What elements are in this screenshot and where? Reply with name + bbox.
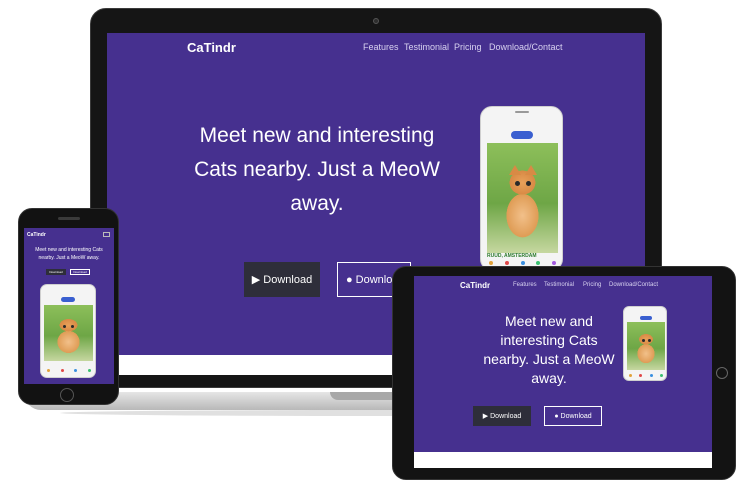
brand-logo[interactable]: CaTindr <box>460 281 490 290</box>
rewind-icon <box>629 374 632 377</box>
phone-screen: CaTindr Meet new and interesting Cats ne… <box>24 228 114 384</box>
like-icon <box>536 261 541 265</box>
speaker-icon <box>58 217 80 220</box>
cat-eye <box>63 325 66 328</box>
tab-indicator <box>61 297 75 302</box>
like-icon <box>87 369 91 372</box>
page-footer-strip <box>414 452 712 468</box>
download-apple-button-label: Downlo <box>355 273 393 286</box>
action-icons <box>629 374 663 377</box>
hero-headline: Meet new and interesting Cats nearby. Ju… <box>26 246 112 262</box>
hero-line: away. <box>531 370 567 386</box>
nope-icon <box>504 261 509 265</box>
cat-ear <box>509 165 521 175</box>
download-button[interactable]: Download <box>46 269 66 275</box>
hero-line: away. <box>290 192 344 215</box>
tab-indicator <box>640 316 652 320</box>
cat-eye <box>515 181 520 186</box>
like-icon <box>659 374 663 377</box>
action-icons <box>47 369 91 373</box>
hero-headline: Meet new and interesting Cats nearby. Ju… <box>187 119 447 221</box>
app-mockup-phone <box>40 284 96 378</box>
download-apple-button[interactable]: Download <box>70 269 90 275</box>
apple-icon: ● <box>346 273 353 286</box>
nav-features[interactable]: Features <box>363 42 399 52</box>
download-apple-button-label: Download <box>560 412 592 420</box>
nav-features[interactable]: Features <box>513 282 537 288</box>
nav-testimonial[interactable]: Testimonial <box>544 282 574 288</box>
cat-ear <box>525 165 537 175</box>
download-button-label: Download <box>49 270 63 274</box>
nope-icon <box>639 374 643 377</box>
brand-logo[interactable]: CaTindr <box>187 40 236 55</box>
play-icon: ▶ <box>482 413 489 420</box>
download-button-label: Download <box>263 273 313 286</box>
download-button[interactable]: ▶ Download <box>244 262 320 297</box>
menu-icon[interactable] <box>103 232 110 237</box>
star-icon <box>74 369 78 372</box>
nav-download-contact[interactable]: Download/Contact <box>489 42 563 52</box>
hero-line: Meet new and <box>505 313 593 329</box>
boost-icon <box>552 261 556 265</box>
star-icon <box>649 374 653 377</box>
cat-photo <box>627 322 665 370</box>
nope-icon <box>60 369 64 372</box>
cat-photo <box>44 305 93 361</box>
play-icon: ▶ <box>251 274 261 286</box>
home-button-icon <box>716 367 728 379</box>
apple-icon: ● <box>554 412 559 420</box>
speaker-icon <box>515 111 529 113</box>
tab-indicator <box>511 131 533 139</box>
hero-line: interesting Cats <box>500 332 598 348</box>
rewind-icon <box>489 261 493 265</box>
hero-line: Meet new and interesting Cats <box>35 247 103 253</box>
cat-caption: RUUD, AMSTERDAM <box>487 253 537 259</box>
hero-line: Meet new and interesting <box>199 124 435 147</box>
download-button-label: Download <box>490 412 522 420</box>
cat-photo <box>487 143 558 253</box>
hero-headline: Meet new and interesting Cats nearby. Ju… <box>454 312 644 388</box>
download-apple-button[interactable]: ● Download <box>544 406 602 426</box>
app-mockup-phone: RUUD, AMSTERDAM <box>480 106 563 271</box>
download-apple-button-label: Download <box>73 270 87 274</box>
tablet-screen: CaTindr Features Testimonial Pricing Dow… <box>414 276 712 468</box>
hero-line: Cats nearby. Just a MeoW <box>194 158 440 181</box>
home-button-icon <box>60 388 74 402</box>
camera-icon <box>373 18 379 24</box>
hero-line: nearby. Just a MeoW away. <box>38 255 100 261</box>
cat-eye <box>526 181 531 186</box>
nav-pricing[interactable]: Pricing <box>454 42 482 52</box>
star-icon <box>520 261 525 265</box>
cat-eye <box>648 339 651 342</box>
hero-line: nearby. Just a MeoW <box>483 351 615 367</box>
app-mockup-phone <box>623 306 667 381</box>
download-button[interactable]: ▶ Download <box>473 406 531 426</box>
brand-logo[interactable]: CaTindr <box>27 232 46 238</box>
cat-eye <box>71 325 74 328</box>
cat-eye <box>642 339 645 342</box>
nav-testimonial[interactable]: Testimonial <box>404 42 449 52</box>
nav-download-contact[interactable]: Download/Contact <box>609 282 658 288</box>
nav-pricing[interactable]: Pricing <box>583 282 601 288</box>
rewind-icon <box>47 369 50 372</box>
